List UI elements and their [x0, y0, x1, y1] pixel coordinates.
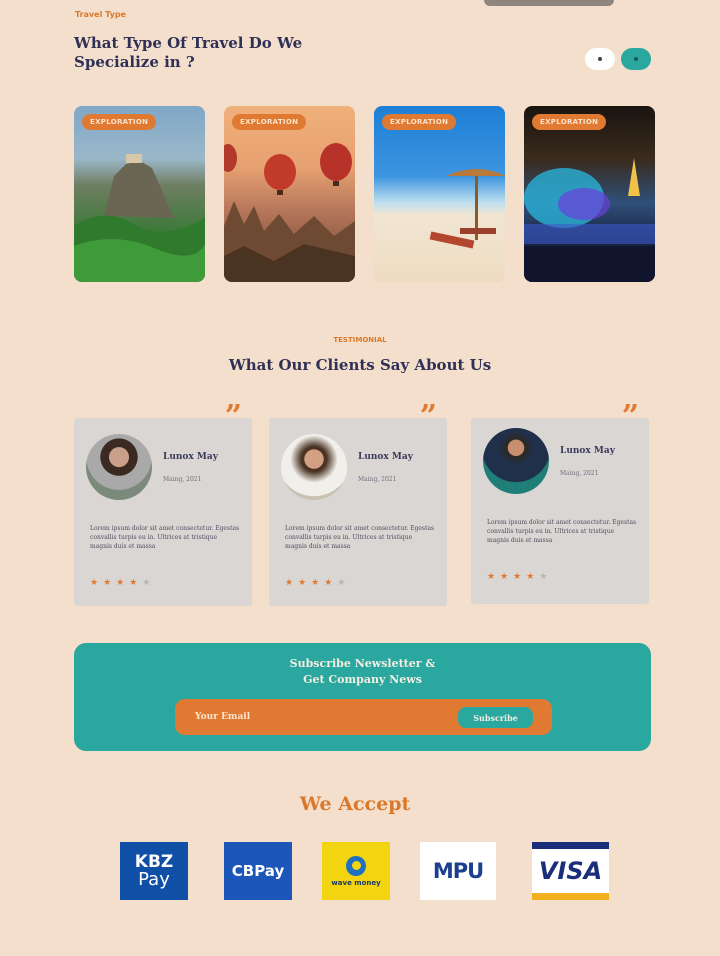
kbzpay-logo: KBZ Pay [120, 842, 188, 900]
card-badge: EXPLORATION [382, 114, 457, 130]
testimonial-card: ” Lunox May Maing, 2021 Lorem ipsum dolo… [471, 402, 649, 604]
travel-section-title: What Type Of Travel Do We Specialize in … [74, 34, 303, 71]
beach-illustration [429, 169, 505, 249]
kbzpay-logo-line2: Pay [138, 869, 170, 890]
travel-eyebrow: Travel Type [75, 10, 126, 19]
balloons-illustration [224, 143, 355, 282]
subscribe-button[interactable]: Subscribe [458, 707, 533, 728]
quote-icon: ” [419, 399, 437, 434]
testimonial-card: ” Lunox May Maing, 2021 Lorem ipsum dolo… [269, 402, 447, 606]
travel-card-mountain[interactable]: EXPLORATION [74, 106, 205, 282]
newsletter-title-line2: Get Company News [303, 673, 422, 686]
avatar [483, 428, 549, 494]
quote-icon: ” [224, 399, 242, 434]
testimonial-section-title: What Our Clients Say About Us [228, 356, 492, 374]
testimonial-text: Lorem ipsum dolor sit amet consectetur. … [487, 519, 637, 544]
email-input[interactable] [195, 708, 415, 726]
mountain-temple-illustration [74, 154, 205, 282]
testimonial-name: Lunox May [560, 446, 615, 456]
rating-stars: ★ ★ ★ ★ ★ [285, 578, 345, 588]
testimonial-card: ” Lunox May Maing, 2021 Lorem ipsum dolo… [74, 402, 252, 606]
testimonial-text: Lorem ipsum dolor sit amet consectetur. … [285, 525, 435, 550]
star-icon: ★ [116, 578, 125, 588]
wavemoney-logo-text: wave money [331, 878, 381, 887]
testimonial-text: Lorem ipsum dolor sit amet consectetur. … [90, 525, 240, 550]
travel-card-night-temple[interactable]: EXPLORATION [524, 106, 655, 282]
avatar [86, 434, 152, 500]
newsletter-title: Subscribe Newsletter & Get Company News [74, 656, 651, 688]
star-icon: ★ [513, 572, 522, 582]
card-badge: EXPLORATION [232, 114, 307, 130]
travel-cards: EXPLORATION EXPLORATION EXPLORATION EXPL… [74, 106, 655, 282]
star-icon: ★ [324, 578, 333, 588]
slider-dot-icon [598, 57, 602, 61]
avatar [281, 434, 347, 500]
visa-top-bar [532, 842, 609, 849]
star-icon: ★ [539, 572, 548, 582]
slider-dot-icon [634, 57, 638, 61]
quote-icon: ” [621, 399, 639, 434]
cbpay-logo: CBPay [224, 842, 292, 900]
testimonial-name: Lunox May [163, 452, 218, 462]
travel-card-balloons[interactable]: EXPLORATION [224, 106, 355, 282]
rating-stars: ★ ★ ★ ★ ★ [90, 578, 150, 588]
rating-stars: ★ ★ ★ ★ ★ [487, 572, 547, 582]
star-icon: ★ [103, 578, 112, 588]
slider-controls [585, 48, 651, 70]
star-icon: ★ [142, 578, 151, 588]
travel-card-beach[interactable]: EXPLORATION [374, 106, 505, 282]
testimonial-role: Maing, 2021 [358, 476, 397, 483]
star-icon: ★ [337, 578, 346, 588]
star-icon: ★ [298, 578, 307, 588]
card-badge: EXPLORATION [82, 114, 157, 130]
top-decoration [484, 0, 614, 6]
newsletter-form: Subscribe [175, 699, 552, 735]
card-badge: EXPLORATION [532, 114, 607, 130]
slider-next-button[interactable] [621, 48, 651, 70]
newsletter-title-line1: Subscribe Newsletter & [289, 657, 436, 670]
night-temple-illustration [524, 158, 655, 282]
star-icon: ★ [500, 572, 509, 582]
testimonial-eyebrow: TESTIMONIAL [333, 336, 387, 344]
star-icon: ★ [285, 578, 294, 588]
testimonial-name: Lunox May [358, 452, 413, 462]
star-icon: ★ [526, 572, 535, 582]
star-icon: ★ [487, 572, 496, 582]
wavemoney-logo: wave money [322, 842, 390, 900]
star-icon: ★ [129, 578, 138, 588]
star-icon: ★ [90, 578, 99, 588]
visa-bottom-bar [532, 893, 609, 900]
visa-logo-text: VISA [538, 857, 603, 885]
testimonial-role: Maing, 2021 [163, 476, 202, 483]
visa-logo: VISA [532, 842, 609, 900]
newsletter-banner: Subscribe Newsletter & Get Company News … [74, 643, 651, 751]
star-icon: ★ [311, 578, 320, 588]
payments-title: We Accept [299, 793, 411, 815]
wave-icon [346, 855, 366, 876]
testimonial-role: Maing, 2021 [560, 470, 599, 477]
slider-prev-button[interactable] [585, 48, 615, 70]
mpu-logo: MPU [420, 842, 496, 900]
